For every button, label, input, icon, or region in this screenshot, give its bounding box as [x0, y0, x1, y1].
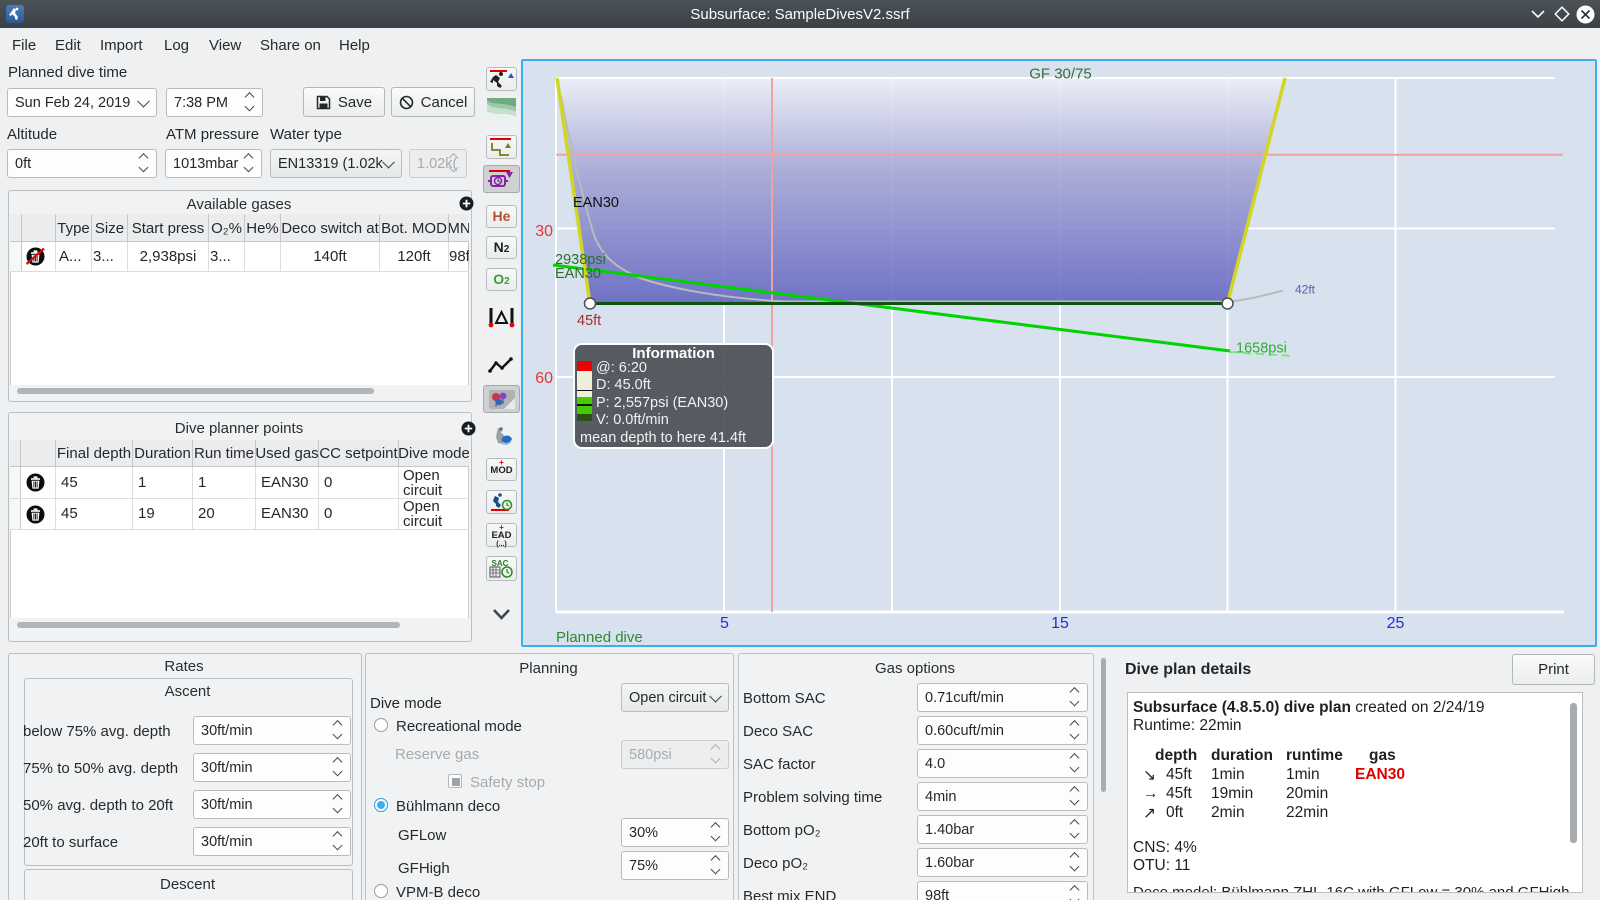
svg-text:EAN30: EAN30 — [555, 266, 601, 282]
svg-text:15: 15 — [1051, 615, 1069, 632]
svg-text:5: 5 — [720, 615, 729, 632]
svg-text:EAN30: EAN30 — [573, 195, 619, 211]
svg-text:25: 25 — [1387, 615, 1405, 632]
svg-text:1658psi: 1658psi — [1236, 341, 1287, 357]
svg-text:GF 30/75: GF 30/75 — [1029, 66, 1092, 83]
svg-text:45ft: 45ft — [577, 313, 601, 329]
svg-text:60: 60 — [535, 370, 553, 387]
svg-text:Planned dive: Planned dive — [556, 629, 643, 646]
svg-text:30: 30 — [535, 223, 553, 240]
svg-text:42ft: 42ft — [1295, 283, 1316, 297]
